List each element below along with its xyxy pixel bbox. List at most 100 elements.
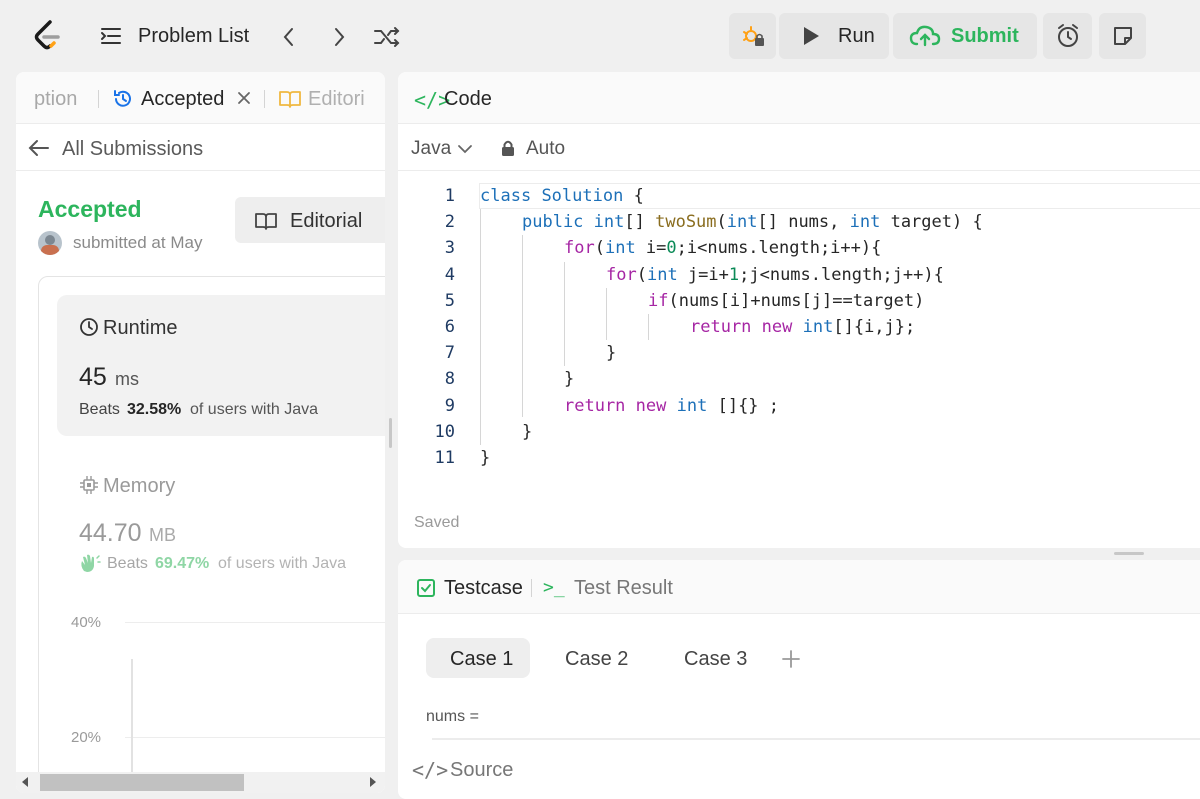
case-1-label: Case 1 (450, 648, 514, 670)
tab-description[interactable]: ption (34, 88, 77, 111)
indent-guide (648, 314, 649, 340)
chevron-left-icon[interactable] (280, 26, 298, 48)
book-icon (279, 91, 301, 108)
case-2-tab[interactable]: Case 2 (565, 648, 628, 671)
submission-status: Accepted (38, 196, 142, 222)
submit-label: Submit (951, 24, 1019, 47)
editorial-button[interactable]: Editorial (235, 197, 385, 243)
code-line: for(int i=0;i<nums.length;i++){ (564, 238, 882, 258)
leetcode-logo-icon[interactable] (32, 20, 62, 52)
runtime-value: 45 (79, 363, 107, 391)
code-line: for(int j=i+1;j<nums.length;j++){ (606, 265, 944, 285)
chart-gridline (125, 737, 385, 738)
bug-lock-icon (742, 26, 764, 46)
code-line: return new int[]{i,j}; (690, 317, 916, 337)
indent-guide (480, 209, 481, 445)
horizontal-resize-handle[interactable] (1114, 552, 1144, 555)
language-select[interactable]: Java (411, 138, 451, 160)
submitted-at: submitted at May (73, 233, 203, 252)
chart-bar[interactable] (131, 659, 133, 779)
nums-input[interactable] (432, 738, 1200, 740)
scroll-left-icon[interactable] (22, 777, 28, 787)
source-link[interactable]: Source (450, 759, 513, 782)
chevron-right-icon[interactable] (330, 26, 348, 48)
tab-testcase[interactable]: Testcase (444, 577, 523, 600)
run-button[interactable]: Run (779, 13, 889, 59)
code-line: } (606, 343, 617, 363)
memory-beats-suffix: of users with Java (218, 555, 347, 572)
scroll-right-icon[interactable] (370, 777, 376, 787)
indent-guide (606, 288, 607, 340)
code-title: Code (444, 88, 492, 110)
terminal-icon: >_ (543, 577, 565, 598)
notes-button[interactable] (1099, 13, 1146, 59)
code-line: return new int []{} ; (564, 396, 780, 416)
timer-button[interactable] (1043, 13, 1092, 59)
clock-icon (80, 318, 98, 336)
code-line: if(nums[i]+nums[j]==target) (648, 291, 925, 311)
tab-divider (531, 579, 532, 597)
line-number: 2 (444, 212, 455, 233)
arrow-left-icon[interactable] (28, 138, 50, 158)
debug-button[interactable] (729, 13, 776, 59)
runtime-label: Runtime (103, 317, 178, 339)
vertical-resize-handle[interactable] (389, 418, 392, 448)
line-number: 3 (444, 238, 455, 259)
chart-tick-40: 40% (71, 614, 102, 631)
memory-value: 44.70 (79, 519, 142, 547)
divider (398, 170, 1200, 171)
submission-panel: ption Accepted Editori All Submissions A… (16, 72, 385, 793)
code-line: class Solution { (480, 186, 644, 206)
cloud-upload-icon (909, 25, 941, 47)
problem-list-link[interactable]: Problem List (138, 25, 249, 48)
saved-status: Saved (414, 514, 460, 531)
runtime-unit: ms (115, 369, 139, 389)
tab-accepted[interactable]: Accepted (141, 88, 224, 111)
horizontal-scrollbar[interactable] (16, 772, 385, 793)
tab-test-result[interactable]: Test Result (574, 577, 673, 600)
memory-card[interactable]: Memory 44.70 MB Beats 69.47% of users wi… (57, 457, 385, 587)
chip-icon (80, 476, 98, 494)
close-icon[interactable] (236, 90, 252, 106)
testcase-panel: Testcase >_ Test Result Case 1 Case 2 Ca… (398, 560, 1200, 799)
code-line: } (522, 422, 533, 442)
memory-beats-value: 69.47% (155, 555, 210, 572)
code-line: } (480, 448, 491, 468)
case-3-tab[interactable]: Case 3 (684, 648, 747, 671)
auto-mode[interactable]: Auto (526, 138, 565, 160)
indent-guide (564, 262, 565, 366)
left-tab-bar: ption Accepted Editori (16, 72, 385, 124)
scrollbar-thumb[interactable] (40, 774, 244, 791)
case-1-tab[interactable]: Case 1 (426, 638, 530, 678)
line-number: 7 (444, 343, 455, 364)
stats-card: Runtime 45 ms Beats 32.58% of users with… (38, 276, 385, 793)
tab-divider (98, 90, 99, 108)
checkbox-icon (417, 579, 435, 597)
top-bar: Problem List Run Submit (0, 0, 1200, 72)
add-case-icon[interactable] (781, 649, 801, 669)
run-label: Run (838, 24, 875, 47)
code-line: public int[] twoSum(int[] nums, int targ… (522, 212, 983, 232)
runtime-card[interactable]: Runtime 45 ms Beats 32.58% of users with… (57, 295, 385, 436)
tab-editorial[interactable]: Editori (308, 88, 365, 111)
indent-guide (522, 235, 523, 417)
divider (16, 170, 385, 171)
note-icon (1113, 27, 1132, 45)
avatar[interactable] (38, 231, 62, 255)
line-number: 11 (434, 448, 455, 468)
nums-label: nums = (426, 708, 479, 725)
shuffle-icon[interactable] (373, 26, 401, 48)
clap-hands-icon (81, 554, 101, 572)
runtime-beats-prefix: Beats (79, 401, 120, 418)
tab-divider (264, 90, 265, 108)
submit-button[interactable]: Submit (893, 13, 1037, 59)
line-number: 8 (444, 369, 455, 390)
line-number: 5 (444, 290, 455, 311)
all-submissions-link[interactable]: All Submissions (62, 138, 203, 161)
runtime-beats-value: 32.58% (127, 401, 182, 418)
code-header: </> Code (398, 72, 1200, 124)
source-code-icon: </> (412, 758, 449, 782)
history-icon (114, 90, 131, 107)
chevron-down-icon[interactable] (457, 142, 473, 156)
lock-icon (502, 140, 514, 156)
